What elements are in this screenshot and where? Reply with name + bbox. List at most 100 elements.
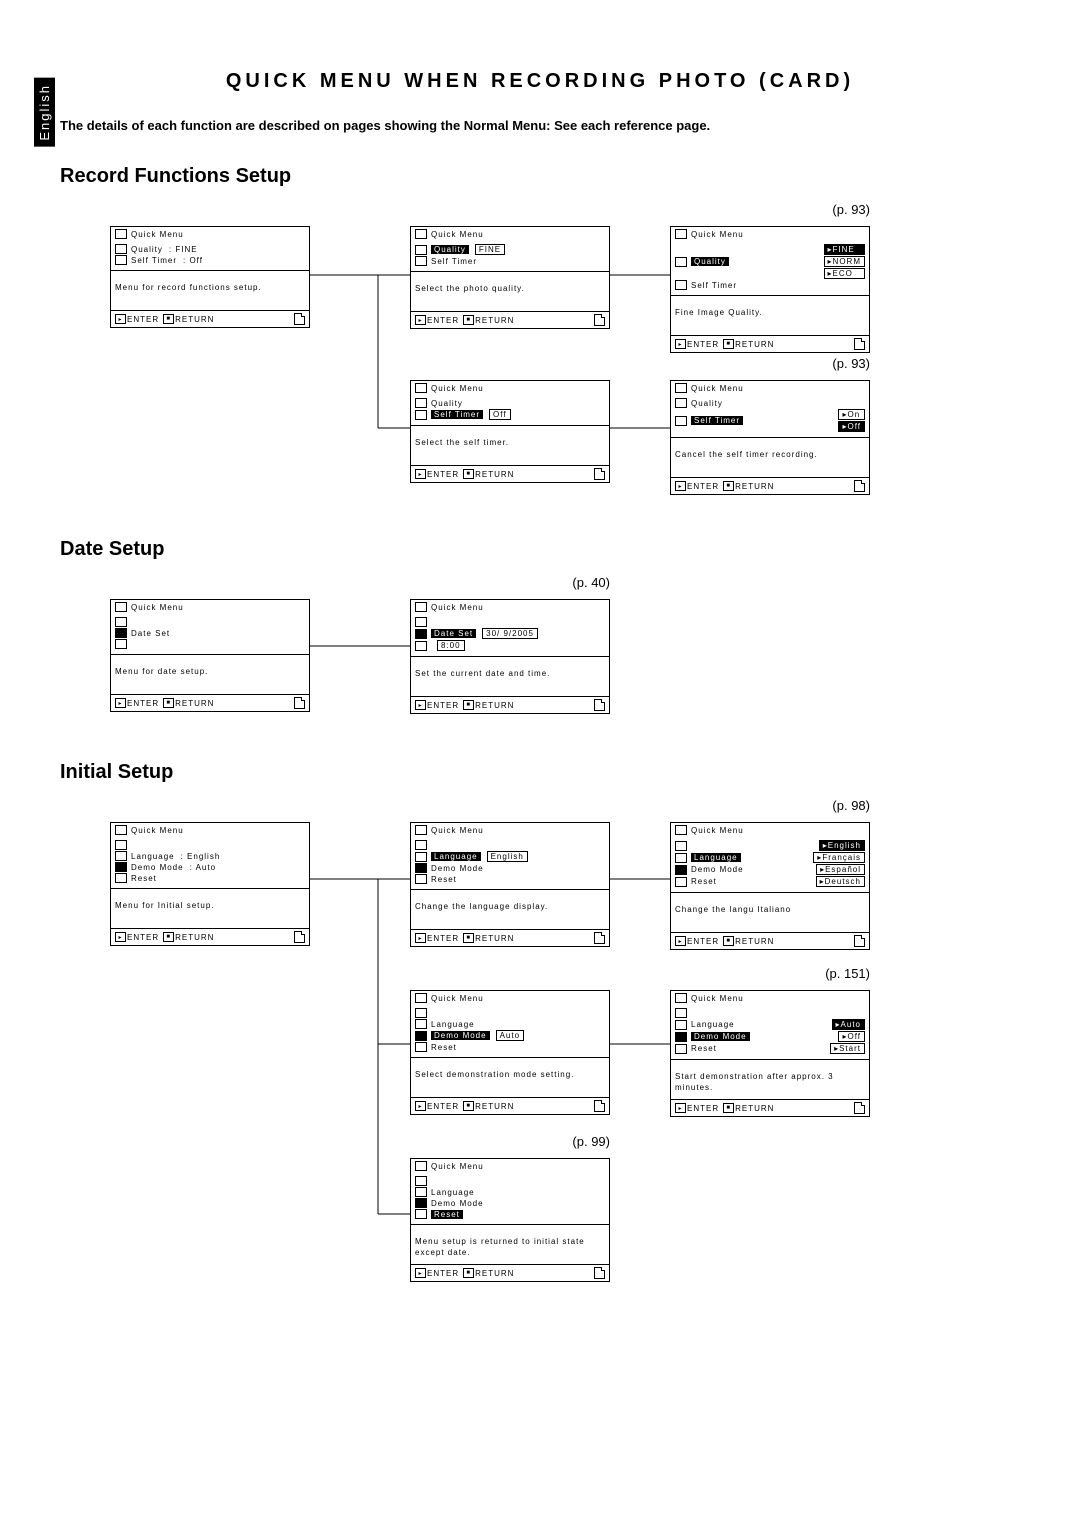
panel-footer: ▸ENTER ■RETURN: [111, 695, 309, 711]
panel-header: Quick Menu: [411, 991, 609, 1005]
menu-line: 8:00: [415, 640, 605, 651]
enter-button[interactable]: ▸ENTER: [415, 315, 459, 325]
enter-button[interactable]: ▸ENTER: [675, 339, 719, 349]
play-icon: ▸: [675, 1103, 686, 1113]
enter-label: ENTER: [687, 340, 719, 349]
menu-value: Auto: [496, 1030, 524, 1041]
folder-icon: [115, 602, 127, 612]
return-button[interactable]: ■RETURN: [463, 469, 514, 479]
menu-panel: Quick MenuDate SetMenu for date setup.▸E…: [110, 599, 310, 712]
stop-icon: ■: [723, 1103, 734, 1113]
panel-body: LanguageDemo ModeAutoReset: [411, 1005, 609, 1058]
menu-label: Demo Mode: [131, 863, 184, 872]
menu-label: Quality: [431, 245, 469, 254]
menu-label: Demo Mode: [691, 1032, 750, 1041]
return-button[interactable]: ■RETURN: [463, 700, 514, 710]
return-button[interactable]: ■RETURN: [723, 1103, 774, 1113]
enter-button[interactable]: ▸ENTER: [415, 469, 459, 479]
menu-label: Language: [131, 852, 175, 861]
menu-line: LanguageEnglish: [415, 851, 605, 862]
panel-body: Date Set: [111, 614, 309, 655]
play-icon: ▸: [415, 933, 426, 943]
line-icon: [415, 398, 427, 408]
return-label: RETURN: [175, 315, 214, 324]
menu-line: Date Set30/ 9/2005: [415, 628, 605, 639]
menu-label: Self Timer: [691, 416, 743, 425]
menu-value: Off: [489, 409, 511, 420]
enter-label: ENTER: [427, 701, 459, 710]
enter-label: ENTER: [687, 1104, 719, 1113]
line-icon: [415, 1209, 427, 1219]
panel-footer: ▸ENTER ■RETURN: [111, 929, 309, 945]
enter-button[interactable]: ▸ENTER: [115, 314, 159, 324]
menu-label: Self Timer: [431, 410, 483, 419]
enter-button[interactable]: ▸ENTER: [415, 1101, 459, 1111]
enter-button[interactable]: ▸ENTER: [115, 698, 159, 708]
menu-label: Reset: [431, 875, 457, 884]
option-list: ▸On▸Off: [838, 409, 865, 432]
enter-button[interactable]: ▸ENTER: [415, 1268, 459, 1278]
folder-icon: [675, 229, 687, 239]
panel-desc: Select the photo quality.: [411, 272, 609, 312]
panel-desc: Select the self timer.: [411, 426, 609, 466]
stop-icon: ■: [163, 698, 174, 708]
panel-body: LanguageEnglishDemo ModeReset: [411, 837, 609, 890]
enter-button[interactable]: ▸ENTER: [675, 1103, 719, 1113]
menu-line: Demo Mode▸Español: [675, 864, 865, 875]
return-label: RETURN: [175, 933, 214, 942]
enter-label: ENTER: [687, 937, 719, 946]
return-button[interactable]: ■RETURN: [163, 932, 214, 942]
panel-header: Quick Menu: [411, 227, 609, 241]
option: ▸Français: [813, 852, 865, 863]
enter-label: ENTER: [127, 699, 159, 708]
intro-text: The details of each function are describ…: [60, 117, 1020, 135]
menu-label: Self Timer: [691, 281, 737, 290]
menu-line: Reset▸Start: [675, 1043, 865, 1054]
menu-label: Language: [431, 1188, 475, 1197]
return-button[interactable]: ■RETURN: [723, 339, 774, 349]
return-button[interactable]: ■RETURN: [463, 933, 514, 943]
panel-title: Quick Menu: [691, 230, 744, 239]
play-icon: ▸: [415, 1101, 426, 1111]
enter-label: ENTER: [427, 1102, 459, 1111]
menu-line: Self Timer ▸On▸Off: [675, 409, 865, 432]
return-label: RETURN: [475, 934, 514, 943]
panel-desc: Menu for date setup.: [111, 655, 309, 695]
stop-icon: ■: [463, 1268, 474, 1278]
menu-line: Language▸Français: [675, 852, 865, 863]
return-button[interactable]: ■RETURN: [463, 315, 514, 325]
panel-footer: ▸ENTER ■RETURN: [411, 1098, 609, 1114]
menu-line: Quality: FINE: [115, 244, 305, 254]
document-icon: [594, 314, 605, 326]
enter-button[interactable]: ▸ENTER: [415, 933, 459, 943]
enter-button[interactable]: ▸ENTER: [415, 700, 459, 710]
return-label: RETURN: [475, 470, 514, 479]
return-button[interactable]: ■RETURN: [463, 1268, 514, 1278]
enter-button[interactable]: ▸ENTER: [115, 932, 159, 942]
document-icon: [294, 931, 305, 943]
menu-value: 30/ 9/2005: [482, 628, 538, 639]
return-button[interactable]: ■RETURN: [163, 314, 214, 324]
menu-value: : Auto: [190, 863, 216, 872]
enter-button[interactable]: ▸ENTER: [675, 936, 719, 946]
panel-footer: ▸ENTER ■RETURN: [671, 933, 869, 949]
enter-button[interactable]: ▸ENTER: [675, 481, 719, 491]
section-record-title: Record Functions Setup: [60, 165, 1020, 188]
line-icon: [415, 1042, 427, 1052]
line-icon: [675, 841, 687, 851]
panel-title: Quick Menu: [131, 230, 184, 239]
return-button[interactable]: ■RETURN: [163, 698, 214, 708]
menu-label: Reset: [431, 1043, 457, 1052]
play-icon: ▸: [415, 315, 426, 325]
menu-line: Date Set: [115, 628, 305, 638]
panel-title: Quick Menu: [691, 384, 744, 393]
play-icon: ▸: [675, 481, 686, 491]
menu-line: [415, 840, 605, 850]
line-icon: [415, 852, 427, 862]
return-button[interactable]: ■RETURN: [723, 481, 774, 491]
menu-label: Language: [431, 1020, 475, 1029]
option-list: ▸English: [819, 840, 865, 851]
line-icon: [415, 1019, 427, 1029]
return-button[interactable]: ■RETURN: [723, 936, 774, 946]
return-button[interactable]: ■RETURN: [463, 1101, 514, 1111]
